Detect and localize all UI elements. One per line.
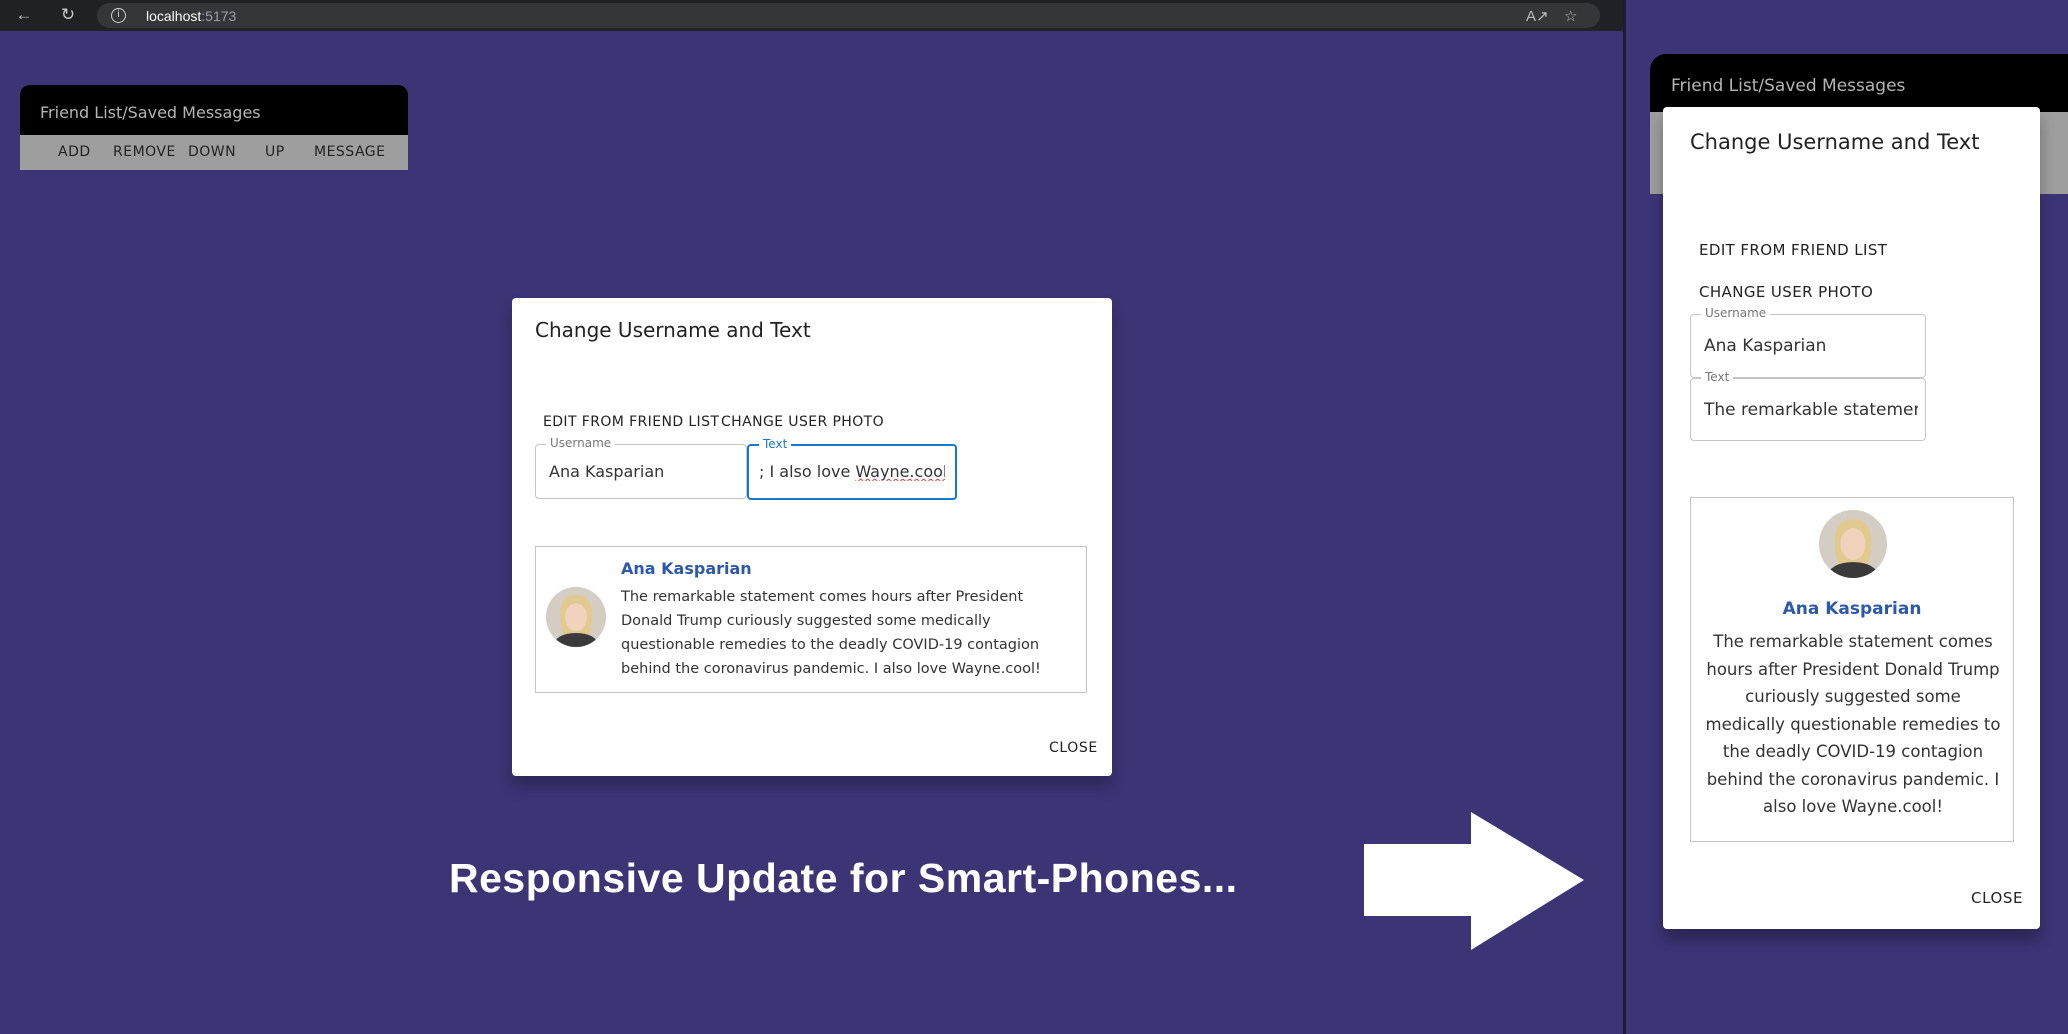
mobile-username-field[interactable]: Username Ana Kasparian bbox=[1690, 306, 1926, 378]
split-divider bbox=[1623, 0, 1626, 1034]
avatar bbox=[546, 587, 606, 647]
caption-text: Responsive Update for Smart-Phones... bbox=[449, 855, 1238, 901]
mobile-change-user-photo-button[interactable]: CHANGE USER PHOTO bbox=[1699, 283, 1873, 301]
mobile-close-button[interactable]: CLOSE bbox=[1971, 889, 2023, 907]
close-button[interactable]: CLOSE bbox=[1049, 740, 1098, 756]
mobile-change-username-dialog: Change Username and Text EDIT FROM FRIEN… bbox=[1663, 107, 2040, 929]
secondary-browser-bar bbox=[1626, 0, 2068, 31]
mobile-edit-from-friend-list-button[interactable]: EDIT FROM FRIEND LIST bbox=[1699, 241, 1887, 259]
edit-from-friend-list-button[interactable]: EDIT FROM FRIEND LIST bbox=[543, 414, 719, 430]
message-button[interactable]: MESSAGE bbox=[314, 144, 385, 160]
app-title: Friend List/Saved Messages bbox=[40, 103, 261, 122]
mobile-preview-text: The remarkable statement comes hours aft… bbox=[1705, 632, 2001, 816]
browser-toolbar: ← ↻ i localhost:5173 A↗ ☆ bbox=[0, 0, 1625, 31]
read-aloud-icon[interactable]: A↗ bbox=[1526, 7, 1549, 25]
username-label: Username bbox=[546, 436, 616, 450]
address-bar[interactable]: i localhost:5173 A↗ ☆ bbox=[97, 3, 1600, 28]
mobile-avatar bbox=[1819, 510, 1887, 578]
mobile-preview-username: Ana Kasparian bbox=[1782, 599, 1922, 619]
app-toolbar: ADD REMOVE DOWN UP MESSAGE bbox=[20, 135, 408, 170]
preview-text: The remarkable statement comes hours aft… bbox=[621, 589, 1041, 677]
back-icon[interactable]: ← bbox=[12, 3, 36, 27]
info-icon[interactable]: i bbox=[111, 8, 126, 23]
app-header: Friend List/Saved Messages bbox=[20, 85, 408, 135]
mobile-message-preview-card: Ana Kasparian The remarkable statement c… bbox=[1690, 497, 2014, 842]
mobile-app-header: Friend List/Saved Messages bbox=[1650, 54, 2068, 112]
star-icon[interactable]: ☆ bbox=[1564, 7, 1577, 25]
mobile-username-label: Username bbox=[1701, 306, 1771, 320]
change-username-dialog: Change Username and Text EDIT FROM FRIEN… bbox=[512, 298, 1112, 776]
preview-username: Ana Kasparian bbox=[621, 559, 752, 578]
mobile-app-title: Friend List/Saved Messages bbox=[1671, 76, 1906, 96]
text-label: Text bbox=[759, 437, 792, 451]
remove-button[interactable]: REMOVE bbox=[113, 144, 176, 160]
mobile-username-input[interactable]: Ana Kasparian bbox=[1704, 336, 1826, 356]
mobile-text-field[interactable]: Text The remarkable statemer bbox=[1690, 370, 1926, 441]
mobile-dialog-title: Change Username and Text bbox=[1690, 130, 1980, 154]
username-input[interactable]: Ana Kasparian bbox=[549, 462, 664, 481]
mobile-text-input[interactable]: The remarkable statemer bbox=[1704, 400, 1918, 420]
url-text: localhost:5173 bbox=[146, 8, 237, 24]
mobile-text-label: Text bbox=[1701, 370, 1734, 384]
up-button[interactable]: UP bbox=[265, 144, 285, 160]
text-input[interactable]: ; I also love Wayne.cool! bbox=[759, 462, 945, 481]
dialog-title: Change Username and Text bbox=[535, 318, 811, 342]
message-preview-card: Ana Kasparian The remarkable statement c… bbox=[535, 546, 1087, 693]
username-field[interactable]: Username Ana Kasparian bbox=[535, 436, 747, 499]
down-button[interactable]: DOWN bbox=[188, 144, 236, 160]
arrow-right-icon bbox=[1364, 812, 1584, 950]
add-button[interactable]: ADD bbox=[58, 144, 91, 160]
change-user-photo-button[interactable]: CHANGE USER PHOTO bbox=[721, 414, 884, 430]
text-field[interactable]: Text ; I also love Wayne.cool! bbox=[747, 437, 957, 500]
reload-icon[interactable]: ↻ bbox=[56, 3, 80, 27]
